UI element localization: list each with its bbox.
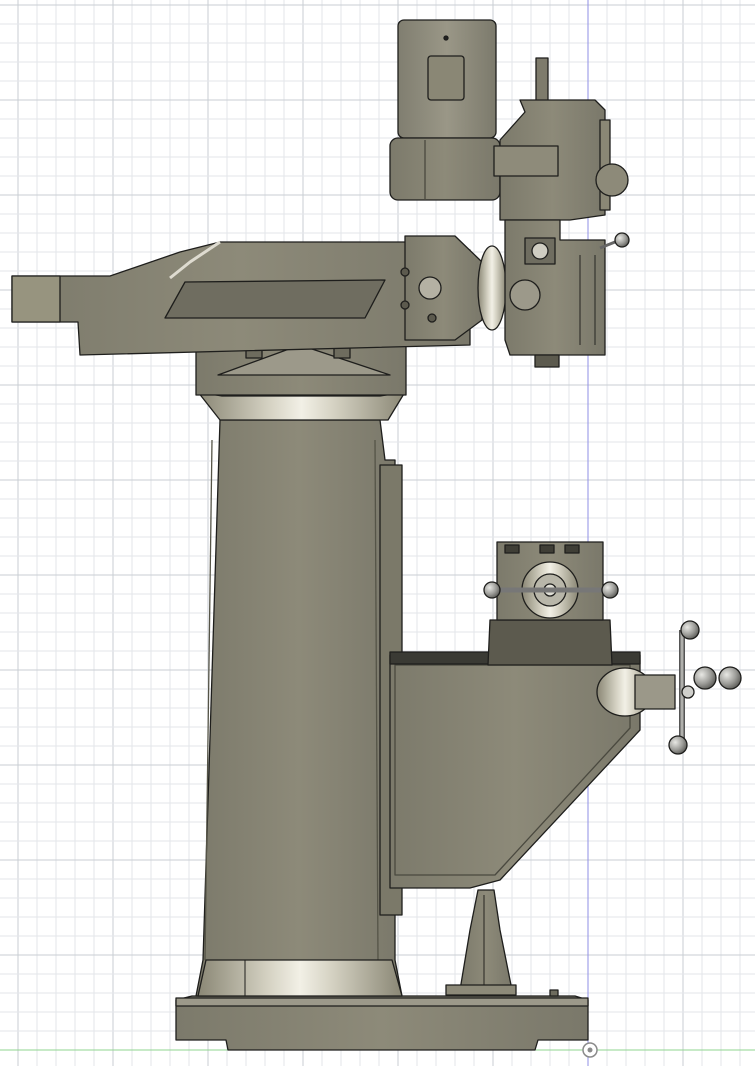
machine-base[interactable] (175, 989, 589, 1051)
viewport-canvas (0, 0, 755, 1066)
origin-icon[interactable] (582, 1042, 598, 1058)
machine-saddle[interactable] (483, 541, 619, 666)
cad-viewport[interactable] (0, 0, 755, 1066)
machine-column[interactable] (195, 419, 403, 997)
ram-adapter[interactable] (400, 235, 507, 341)
milling-head[interactable] (493, 57, 630, 368)
knee-support-post[interactable] (445, 889, 517, 996)
machine-turret[interactable] (195, 339, 407, 421)
machine-ram[interactable] (11, 240, 471, 356)
spindle-motor[interactable] (389, 19, 501, 201)
